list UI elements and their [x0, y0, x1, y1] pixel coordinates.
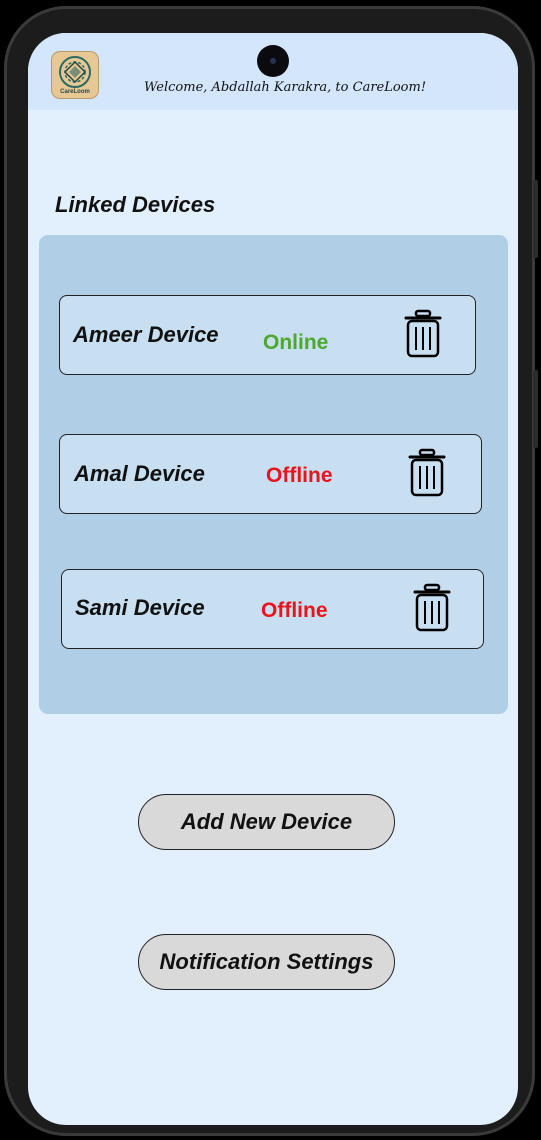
careloom-logo: CareLoom [52, 52, 98, 98]
device-status: Offline [261, 599, 328, 622]
app-header: CareLoom Welcome, Abdallah Karakra, to C… [28, 33, 518, 110]
add-new-device-button[interactable]: Add New Device [138, 794, 395, 850]
device-card-amal[interactable]: Amal Device Offline [59, 434, 482, 514]
device-status: Online [263, 331, 329, 354]
device-name: Ameer Device [73, 322, 219, 347]
camera-lens [270, 58, 276, 64]
device-card-sami[interactable]: Sami Device Offline [61, 569, 484, 649]
device-name: Amal Device [74, 461, 205, 486]
device-name: Sami Device [75, 595, 205, 620]
trash-icon[interactable] [403, 309, 443, 359]
front-camera [257, 45, 289, 77]
phone-frame: CareLoom Welcome, Abdallah Karakra, to C… [4, 6, 538, 1136]
linked-devices-title: Linked Devices [55, 192, 216, 217]
device-card-ameer[interactable]: Ameer Device Online [59, 295, 476, 375]
device-status: Offline [266, 464, 333, 487]
trash-icon[interactable] [412, 583, 452, 633]
app-screen: CareLoom Welcome, Abdallah Karakra, to C… [28, 33, 518, 1125]
side-button-volume [533, 370, 538, 448]
logo-text: CareLoom [60, 89, 90, 95]
linked-devices-panel: Ameer Device Online Amal Device Offline [39, 235, 508, 714]
welcome-message: Welcome, Abdallah Karakra, to CareLoom! [144, 80, 427, 95]
side-button-power [533, 180, 538, 258]
notification-settings-button[interactable]: Notification Settings [138, 934, 395, 990]
trash-icon[interactable] [407, 448, 447, 498]
